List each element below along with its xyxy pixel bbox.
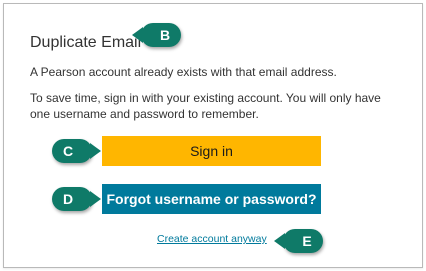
callout-d-badge: D xyxy=(52,187,101,211)
callout-b-badge: B xyxy=(132,23,181,47)
callout-c-badge: C xyxy=(52,139,101,163)
create-account-anyway-link[interactable]: Create account anyway xyxy=(157,233,267,245)
sign-in-button[interactable]: Sign in xyxy=(102,136,321,166)
account-exists-message: A Pearson account already exists with th… xyxy=(30,65,337,79)
forgot-credentials-button[interactable]: Forgot username or password? xyxy=(102,184,321,214)
callout-e-badge: E xyxy=(274,229,323,253)
sign-in-suggestion-message: To save time, sign in with your existing… xyxy=(30,91,381,121)
dialog-title: Duplicate Email xyxy=(30,34,142,51)
